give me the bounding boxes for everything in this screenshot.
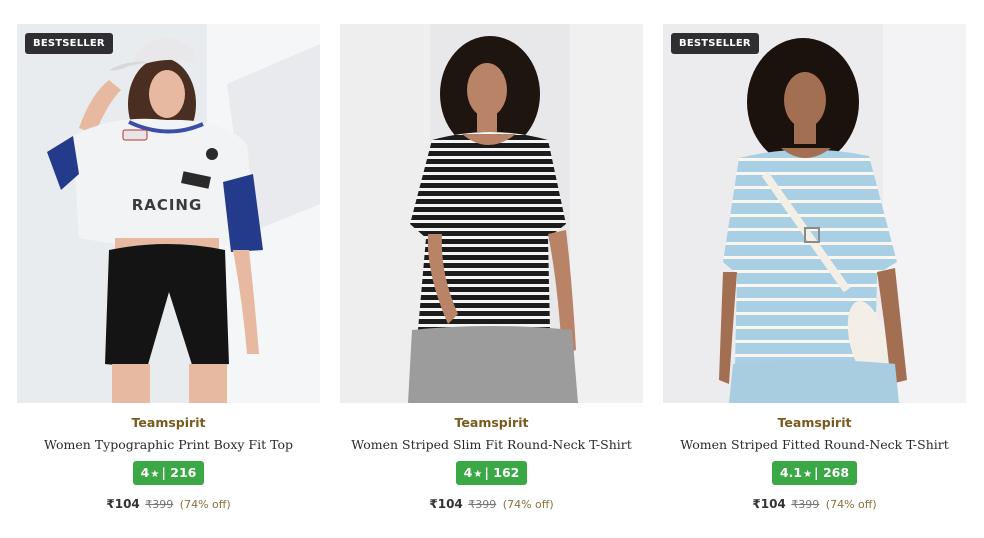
product-image[interactable]: BESTSELLER bbox=[663, 24, 966, 403]
product-card[interactable]: BESTSELLER Teamspirit Women Striped Fitt… bbox=[663, 24, 966, 524]
product-info: Teamspirit Women Striped Fitted Round-Ne… bbox=[663, 414, 966, 512]
product-image[interactable] bbox=[340, 24, 643, 403]
product-grid: RACING BESTSELLER Teamspirit Women Typog… bbox=[0, 0, 984, 538]
bestseller-badge: BESTSELLER bbox=[25, 33, 113, 54]
brand-name[interactable]: Teamspirit bbox=[17, 414, 320, 432]
original-price: ₹399 bbox=[468, 498, 497, 511]
product-info: Teamspirit Women Striped Slim Fit Round-… bbox=[340, 414, 643, 512]
bestseller-badge: BESTSELLER bbox=[671, 33, 759, 54]
product-title[interactable]: Women Typographic Print Boxy Fit Top bbox=[17, 436, 320, 454]
star-icon: ★ bbox=[803, 469, 813, 480]
rating-value: 4 bbox=[463, 465, 473, 480]
product-title[interactable]: Women Striped Slim Fit Round-Neck T-Shir… bbox=[340, 436, 643, 454]
product-photo: RACING bbox=[17, 24, 320, 403]
product-info: Teamspirit Women Typographic Print Boxy … bbox=[17, 414, 320, 512]
original-price: ₹399 bbox=[145, 498, 174, 511]
price-row: ₹104 ₹399 (74% off) bbox=[663, 496, 966, 512]
rating-value: 4 bbox=[140, 465, 150, 480]
product-title[interactable]: Women Striped Fitted Round-Neck T-Shirt bbox=[663, 436, 966, 454]
product-card[interactable]: Teamspirit Women Striped Slim Fit Round-… bbox=[340, 24, 643, 524]
brand-name[interactable]: Teamspirit bbox=[663, 414, 966, 432]
rating-badge: 4★ | 216 bbox=[132, 461, 205, 485]
sale-price: ₹104 bbox=[752, 497, 786, 511]
discount-label: (74% off) bbox=[825, 498, 877, 511]
sale-price: ₹104 bbox=[429, 497, 463, 511]
product-photo bbox=[340, 24, 643, 403]
original-price: ₹399 bbox=[791, 498, 820, 511]
discount-label: (74% off) bbox=[179, 498, 231, 511]
star-icon: ★ bbox=[473, 469, 483, 480]
brand-name[interactable]: Teamspirit bbox=[340, 414, 643, 432]
price-row: ₹104 ₹399 (74% off) bbox=[340, 496, 643, 512]
rating-badge: 4★ | 162 bbox=[455, 461, 528, 485]
product-card[interactable]: RACING BESTSELLER Teamspirit Women Typog… bbox=[17, 24, 320, 524]
rating-value: 4.1 bbox=[779, 465, 803, 480]
shirt-print-text: RACING bbox=[132, 196, 203, 214]
rating-badge: 4.1★ | 268 bbox=[771, 461, 858, 485]
product-image[interactable]: RACING BESTSELLER bbox=[17, 24, 320, 403]
discount-label: (74% off) bbox=[502, 498, 554, 511]
sale-price: ₹104 bbox=[106, 497, 140, 511]
review-count: 162 bbox=[493, 465, 520, 480]
star-icon: ★ bbox=[150, 469, 160, 480]
product-photo bbox=[663, 24, 966, 403]
price-row: ₹104 ₹399 (74% off) bbox=[17, 496, 320, 512]
review-count: 216 bbox=[170, 465, 197, 480]
review-count: 268 bbox=[822, 465, 850, 480]
